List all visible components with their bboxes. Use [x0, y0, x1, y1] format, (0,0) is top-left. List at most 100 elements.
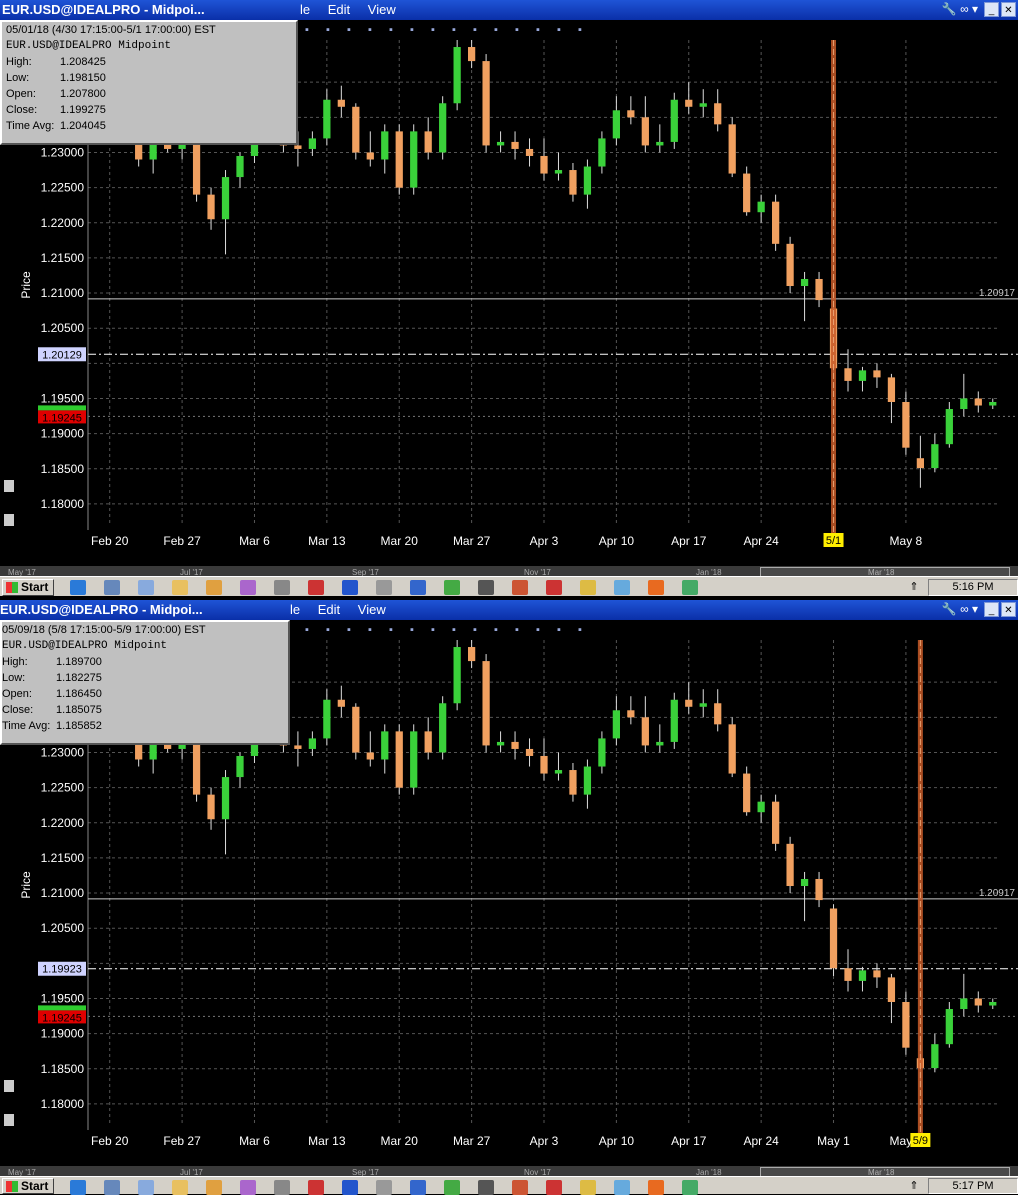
- dropdown-icon[interactable]: ▾: [972, 602, 978, 616]
- candle-body[interactable]: [786, 843, 794, 887]
- candle-body[interactable]: [627, 110, 635, 118]
- candle-body[interactable]: [352, 106, 360, 153]
- candle-body[interactable]: [699, 703, 707, 707]
- link-icon[interactable]: ∞: [960, 602, 969, 616]
- candle-body[interactable]: [612, 110, 620, 139]
- candle-body[interactable]: [800, 278, 809, 287]
- candle-body[interactable]: [424, 731, 432, 753]
- grid-icon[interactable]: [682, 580, 698, 595]
- candle-body[interactable]: [511, 741, 519, 749]
- zoom-in-icon[interactable]: ▪: [384, 23, 398, 37]
- candle-body[interactable]: [945, 409, 953, 445]
- candle-body[interactable]: [482, 61, 490, 146]
- title-bar[interactable]: EUR.USD@IDEALPRO - Midpoi... le Edit Vie…: [0, 0, 1018, 20]
- candle-body[interactable]: [670, 99, 678, 142]
- refresh-icon[interactable]: ▪: [531, 623, 545, 637]
- candle-body[interactable]: [685, 99, 693, 107]
- link-icon[interactable]: ∞: [960, 2, 969, 16]
- calc-icon[interactable]: [546, 1180, 562, 1195]
- tool-icon[interactable]: [512, 580, 528, 595]
- menu-view[interactable]: View: [368, 2, 396, 17]
- candle-body[interactable]: [670, 699, 678, 742]
- candle-body[interactable]: [844, 968, 852, 981]
- candle-body[interactable]: [714, 703, 722, 725]
- candle-body[interactable]: [554, 770, 563, 774]
- candle-body[interactable]: [873, 370, 881, 378]
- dropdown-icon[interactable]: ▾: [972, 2, 978, 16]
- candle-body[interactable]: [468, 47, 476, 62]
- candle-body[interactable]: [294, 145, 302, 149]
- candle-body[interactable]: [656, 141, 664, 146]
- candle-body[interactable]: [207, 194, 215, 220]
- candle-body[interactable]: [381, 731, 389, 760]
- crosshair-icon[interactable]: ▪: [321, 623, 335, 637]
- more-icon[interactable]: ▪: [573, 23, 587, 37]
- candle-body[interactable]: [757, 801, 765, 813]
- candle-body[interactable]: [482, 661, 490, 746]
- candle-body[interactable]: [583, 766, 592, 795]
- candle-body[interactable]: [598, 738, 606, 767]
- scroll-down-button[interactable]: [4, 1080, 14, 1092]
- globe-icon[interactable]: [444, 580, 460, 595]
- headset-icon[interactable]: [478, 1180, 494, 1195]
- paint-icon[interactable]: [240, 1180, 256, 1195]
- candle-body[interactable]: [974, 998, 982, 1006]
- candle-body[interactable]: [641, 117, 649, 146]
- candle-body[interactable]: [525, 148, 534, 156]
- candle-body[interactable]: [236, 755, 244, 778]
- candle-body[interactable]: [410, 131, 418, 188]
- candle-body[interactable]: [511, 141, 519, 149]
- headset-icon[interactable]: [478, 580, 494, 595]
- settings-icon[interactable]: [274, 1180, 290, 1195]
- candle-body[interactable]: [337, 99, 345, 107]
- tws-icon[interactable]: [342, 580, 358, 595]
- candle-body[interactable]: [569, 770, 577, 795]
- zoom-in-icon[interactable]: ▪: [384, 623, 398, 637]
- ie-icon[interactable]: [70, 1180, 86, 1195]
- candle-body[interactable]: [381, 131, 389, 160]
- candle-body[interactable]: [207, 794, 215, 820]
- candle-body[interactable]: [366, 752, 374, 760]
- clock[interactable]: 5:16 PM: [953, 581, 994, 593]
- candle-body[interactable]: [815, 278, 823, 301]
- app-icon[interactable]: [308, 580, 324, 595]
- start-button[interactable]: Start: [2, 1178, 54, 1194]
- computer-icon[interactable]: [104, 580, 120, 595]
- tray-expand-icon[interactable]: ⇑: [905, 580, 923, 595]
- title-bar[interactable]: EUR.USD@IDEALPRO - Midpoi... le Edit Vie…: [0, 600, 1018, 620]
- candle-body[interactable]: [902, 1001, 910, 1048]
- book-icon[interactable]: [580, 1180, 596, 1195]
- candle-body[interactable]: [366, 152, 374, 160]
- candle-body[interactable]: [858, 970, 867, 981]
- candle-body[interactable]: [772, 801, 780, 844]
- chart-icon[interactable]: [206, 1180, 222, 1195]
- candle-body[interactable]: [598, 138, 606, 167]
- menu-file[interactable]: le: [300, 2, 310, 17]
- fib-icon[interactable]: ▪: [363, 23, 377, 37]
- candle-body[interactable]: [916, 458, 924, 469]
- split-icon[interactable]: ▪: [510, 623, 524, 637]
- globe-icon[interactable]: [444, 1180, 460, 1195]
- candle-body[interactable]: [323, 99, 331, 139]
- computer-icon[interactable]: [104, 1180, 120, 1195]
- book-icon[interactable]: [580, 580, 596, 595]
- settings-icon[interactable]: [274, 580, 290, 595]
- candle-body[interactable]: [960, 998, 968, 1010]
- candle-body[interactable]: [496, 741, 505, 746]
- candle-body[interactable]: [714, 103, 722, 125]
- scroll-down-button[interactable]: [4, 480, 14, 492]
- tray-expand-icon[interactable]: ⇑: [905, 1179, 923, 1194]
- anchor-icon[interactable]: [376, 580, 392, 595]
- tws-icon[interactable]: [342, 1180, 358, 1195]
- start-button[interactable]: Start: [2, 579, 54, 596]
- candle-body[interactable]: [815, 878, 823, 901]
- candle-body[interactable]: [989, 1001, 997, 1006]
- candle-body[interactable]: [931, 1044, 939, 1069]
- text-icon[interactable]: ▪: [468, 623, 482, 637]
- more-icon[interactable]: ▪: [573, 623, 587, 637]
- pointer-icon[interactable]: ▪: [300, 23, 314, 37]
- candle-body[interactable]: [728, 124, 736, 174]
- candle-body[interactable]: [974, 398, 982, 406]
- candle-body[interactable]: [221, 777, 230, 820]
- candle-body[interactable]: [685, 699, 693, 707]
